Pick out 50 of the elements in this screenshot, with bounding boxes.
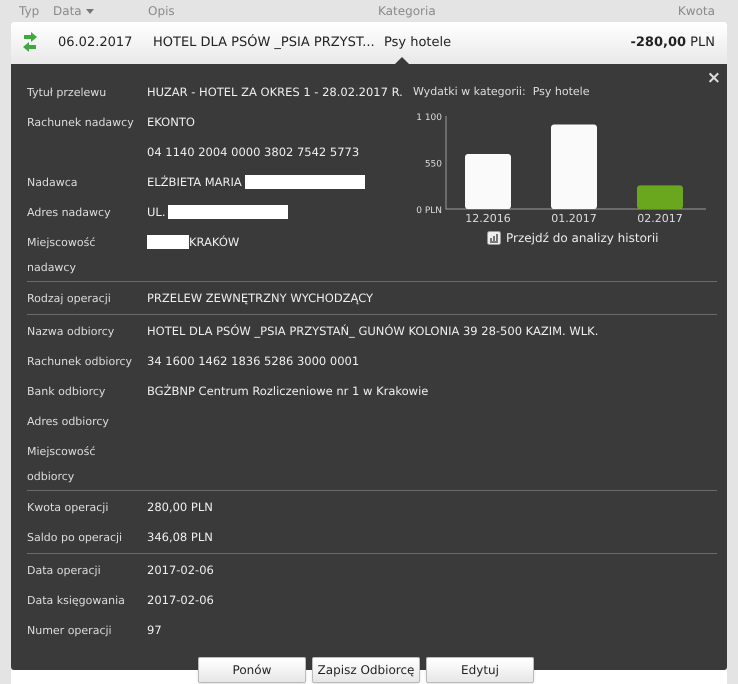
- transfer-arrows-icon: [22, 32, 38, 54]
- field-label: Kwota operacji: [27, 501, 108, 514]
- field-label: Rachunek odbiorcy: [27, 355, 132, 368]
- field-value: PRZELEW ZEWNĘTRZNY WYCHODZĄCY: [147, 290, 374, 307]
- field-value: 97: [147, 622, 162, 639]
- field-value: ELŻBIETA MARIA: [147, 174, 242, 191]
- field-label: Rodzaj operacji: [27, 292, 111, 305]
- field-label: Adres nadawcy: [27, 206, 111, 219]
- chart-title: Wydatki w kategorii: Psy hotele: [413, 84, 590, 100]
- field-label: Nazwa odbiorcy: [27, 325, 114, 338]
- history-link[interactable]: Przejdź do analizy historii: [487, 228, 712, 246]
- field-value: 2017-02-06: [147, 592, 214, 609]
- action-button[interactable]: Ponów: [198, 657, 306, 683]
- field-value: BGŻBNP Centrum Rozliczeniowe nr 1 w Krakowie: [147, 383, 428, 400]
- x-tick-label: 02.2017: [637, 212, 683, 224]
- field-value: HUZAR - HOTEL ZA OKRES 1 - 28.02.2017 R.: [147, 84, 403, 101]
- description-cell-text: HOTEL DLA PSÓW _PSIA PRZYST...: [153, 33, 376, 52]
- action-button[interactable]: Edytuj: [426, 657, 534, 683]
- field-label: Adres odbiorcy: [27, 415, 109, 428]
- field-value: UL.: [147, 204, 166, 221]
- field-label: Miejscowość odbiorcy: [27, 445, 96, 483]
- date-cell-text: 06.02.2017: [58, 34, 134, 52]
- field-value: 280,00 PLN: [147, 499, 213, 516]
- field-value: KRAKÓW: [189, 234, 240, 251]
- y-tick-label: 550: [424, 159, 442, 169]
- amount-cell-text: -280,00 PLN: [630, 34, 716, 52]
- field-label: Bank odbiorcy: [27, 385, 106, 398]
- category-cell-text: Psy hotele: [384, 34, 452, 52]
- field-value: 346,08 PLN: [147, 529, 213, 546]
- field-value: HOTEL DLA PSÓW _PSIA PRZYSTAŃ_ GUNÓW KOLONIA 39 28-500 KAZIM. WLK.: [147, 323, 598, 340]
- x-tick-label: 01.2017: [551, 212, 597, 224]
- field-label: Numer operacji: [27, 624, 112, 637]
- bar-chart-icon: [487, 230, 501, 244]
- field-label: Nadawca: [27, 176, 78, 189]
- field-label: Tytuł przelewu: [27, 86, 106, 99]
- y-tick-label: 1 100: [416, 112, 442, 122]
- action-button[interactable]: Zapisz Odbiorcę: [312, 657, 420, 683]
- field-label: Data księgowania: [27, 594, 125, 607]
- field-value: 34 1600 1462 1836 5286 3000 0001: [147, 353, 360, 370]
- sort-down-icon[interactable]: [86, 8, 94, 14]
- field-label: Rachunek nadawcy: [27, 116, 134, 129]
- field-label: Data operacji: [27, 564, 101, 577]
- field-value: EKONTO: [147, 114, 195, 131]
- field-label: Saldo po operacji: [27, 531, 122, 544]
- field-label: Miejscowość nadawcy: [27, 236, 96, 274]
- x-tick-label: 12.2016: [465, 212, 511, 224]
- y-tick-label: 0 PLN: [416, 206, 442, 216]
- close-button[interactable]: ×: [706, 66, 721, 92]
- field-value: 04 1140 2004 0000 3802 7542 5773: [147, 144, 360, 161]
- field-value: 2017-02-06: [147, 562, 214, 579]
